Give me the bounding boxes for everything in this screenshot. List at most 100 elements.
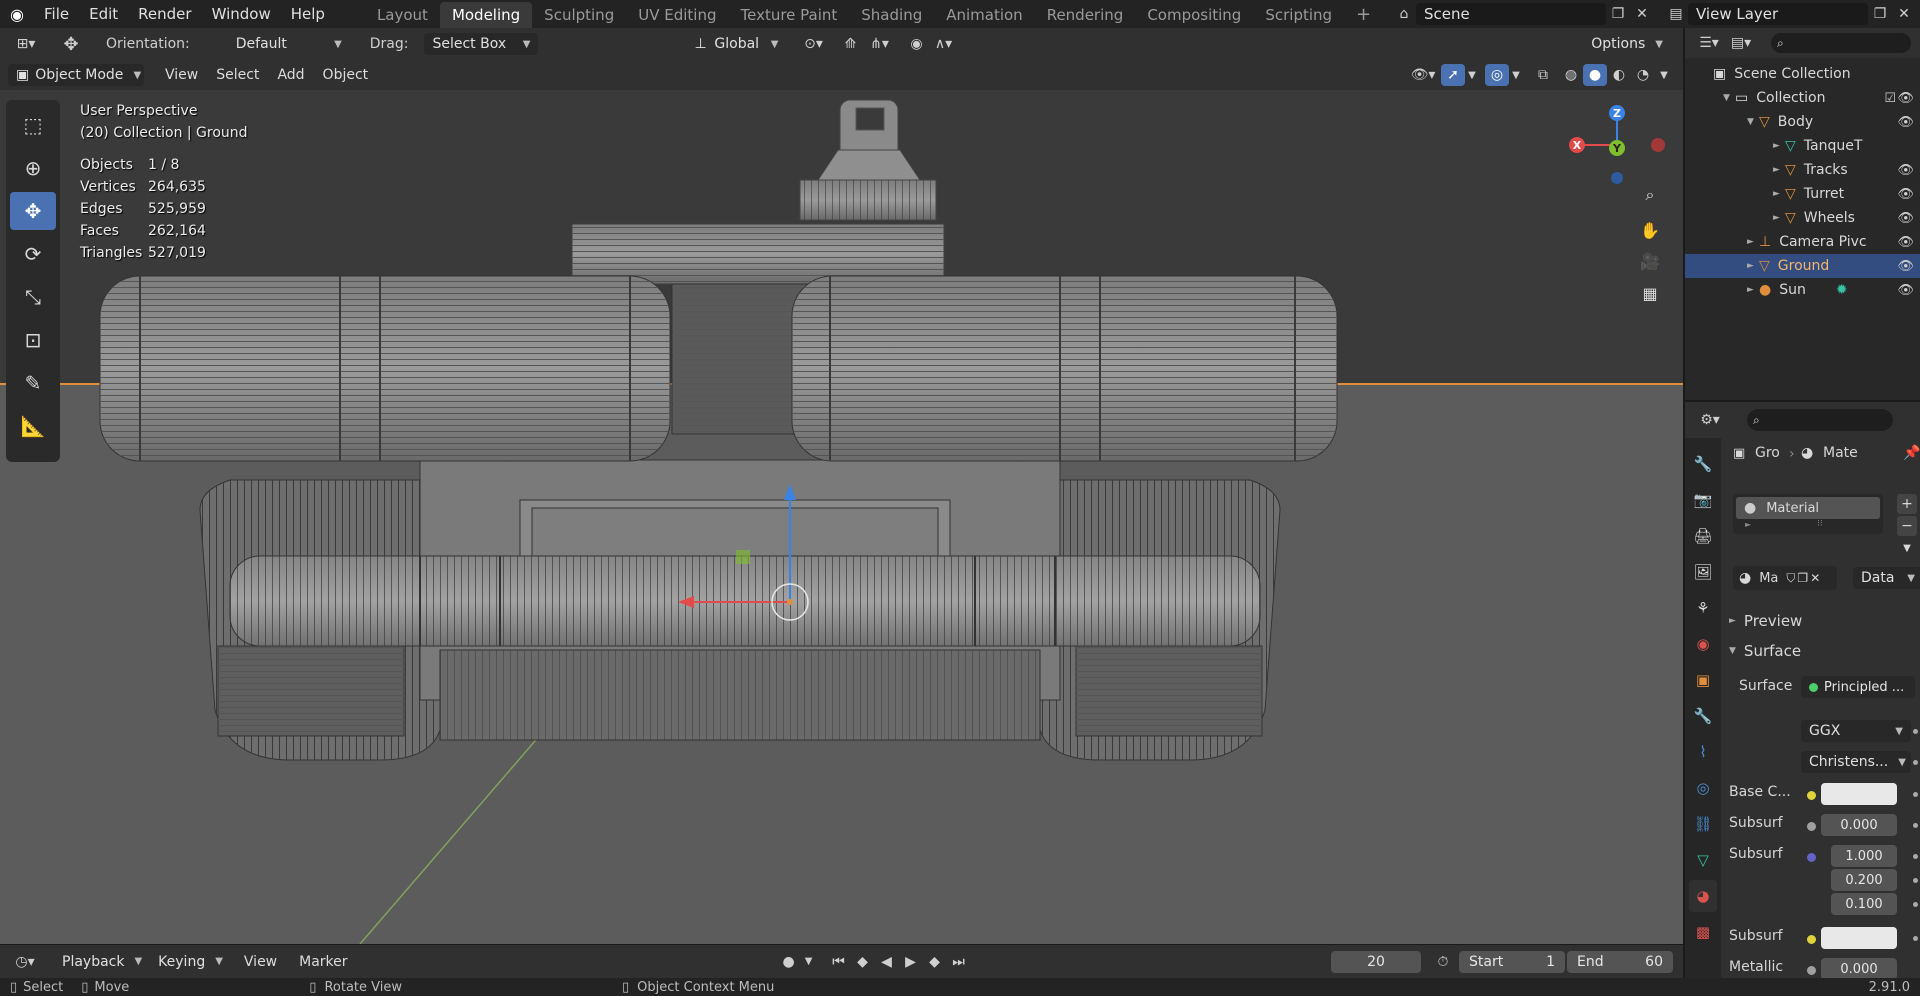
subsurface-method-dropdown[interactable]: Christens... ▼ <box>1801 751 1911 773</box>
unlink-icon[interactable]: ✕ <box>1810 571 1820 585</box>
surface-panel-header[interactable]: ▼ Surface <box>1729 640 1920 662</box>
eye-icon[interactable]: 👁 <box>1897 187 1914 202</box>
subsurface-field[interactable]: 0.000 <box>1821 814 1897 836</box>
data-tab-icon[interactable]: ▽ <box>1689 844 1717 876</box>
fake-user-icon[interactable]: ⛉ <box>1786 571 1795 586</box>
current-frame-field[interactable]: 20 <box>1331 950 1421 973</box>
menu-view[interactable]: View <box>156 64 207 86</box>
menu-file[interactable]: File <box>34 0 79 28</box>
render-tab-icon[interactable]: 📷 <box>1689 484 1717 516</box>
menu-edit[interactable]: Edit <box>79 0 128 28</box>
slot-specials-button[interactable]: ▼ <box>1897 538 1917 558</box>
animate-dot-icon[interactable] <box>1913 902 1918 907</box>
play-icon[interactable]: ▶ <box>899 951 923 973</box>
3d-viewport[interactable]: User Perspective (20) Collection | Groun… <box>0 90 1683 944</box>
eye-icon[interactable]: 👁 <box>1897 91 1914 106</box>
material-shading-icon[interactable]: ◐ <box>1607 64 1631 86</box>
tab-uv-editing[interactable]: UV Editing <box>626 2 728 28</box>
material-browse-icon[interactable]: ◕ <box>1739 570 1751 586</box>
keying-set-icon[interactable]: ▼ <box>801 951 817 973</box>
orientation-dropdown[interactable]: Default ▼ <box>227 33 350 55</box>
editor-type-icon[interactable]: ⊞▾ <box>8 33 44 55</box>
expand-icon[interactable]: ► <box>1747 237 1759 247</box>
subsurface-radius-y[interactable]: 0.200 <box>1831 869 1897 891</box>
animate-dot-icon[interactable] <box>1913 760 1918 765</box>
timeline-marker-menu[interactable]: Marker <box>290 951 356 973</box>
tab-shading[interactable]: Shading <box>849 2 934 28</box>
blender-logo-icon[interactable]: ◉ <box>0 3 34 25</box>
particles-tab-icon[interactable]: ⌇ <box>1689 736 1717 768</box>
keying-dropdown[interactable]: Keying ▼ <box>150 950 231 973</box>
pan-view-icon[interactable]: ✋ <box>1635 215 1665 245</box>
outliner-scene-collection[interactable]: ▣ Scene Collection <box>1685 62 1920 86</box>
distribution-dropdown[interactable]: GGX ▼ <box>1801 720 1911 742</box>
select-box-tool[interactable]: ⬚ <box>10 106 56 144</box>
subsurface-color-swatch[interactable] <box>1821 927 1897 949</box>
material-datablock[interactable]: ◕ Ma ⛉ ❐ ✕ <box>1733 566 1837 590</box>
outliner-search-input[interactable]: ⌕ <box>1771 33 1911 53</box>
object-tab-icon[interactable]: ▣ <box>1689 664 1717 696</box>
expand-icon[interactable]: ▼ <box>1747 117 1759 127</box>
record-icon[interactable]: ● <box>777 951 801 973</box>
subsurface-radius-z[interactable]: 0.100 <box>1831 893 1897 915</box>
tool-tab-icon[interactable]: 🔧 <box>1689 448 1717 480</box>
prev-keyframe-icon[interactable]: ◆ <box>851 951 875 973</box>
new-scene-icon[interactable]: ❐ <box>1606 3 1630 25</box>
expand-icon[interactable]: ► <box>1773 189 1785 199</box>
xray-toggle-icon[interactable]: ⧉ <box>1531 64 1555 86</box>
rotate-tool[interactable]: ⟳ <box>10 235 56 273</box>
play-reverse-icon[interactable]: ◀ <box>875 951 899 973</box>
tab-sculpting[interactable]: Sculpting <box>532 2 626 28</box>
metallic-field[interactable]: 0.000 <box>1821 958 1897 978</box>
animate-dot-icon[interactable] <box>1913 936 1918 941</box>
animate-dot-icon[interactable] <box>1913 854 1918 859</box>
expand-icon[interactable]: ► <box>1773 213 1785 223</box>
menu-add[interactable]: Add <box>268 64 313 86</box>
menu-select[interactable]: Select <box>207 64 268 86</box>
modifier-tab-icon[interactable]: 🔧 <box>1689 700 1717 732</box>
eye-icon[interactable]: 👁 <box>1897 163 1914 178</box>
solid-shading-icon[interactable]: ● <box>1583 64 1607 86</box>
physics-tab-icon[interactable]: ◎ <box>1689 772 1717 804</box>
view-layer-tab-icon[interactable]: 🖼 <box>1689 556 1717 588</box>
transform-orientation-dropdown[interactable]: ⊥ Global ▼ <box>686 33 787 55</box>
overlays-toggle-icon[interactable]: ◎ <box>1485 64 1509 86</box>
animate-dot-icon[interactable] <box>1913 729 1918 734</box>
tab-texture-paint[interactable]: Texture Paint <box>728 2 849 28</box>
link-dropdown[interactable]: Data ▼ <box>1853 567 1920 589</box>
eye-icon[interactable]: 👁 <box>1897 115 1914 130</box>
remove-slot-button[interactable]: − <box>1897 516 1917 536</box>
properties-editor-icon[interactable]: ⚙▾ <box>1693 409 1727 431</box>
material-tab-icon[interactable]: ◕ <box>1689 880 1717 912</box>
checkbox-icon[interactable]: ☑ <box>1884 91 1896 106</box>
shading-options-icon[interactable]: ▼ <box>1655 64 1673 86</box>
scene-icon[interactable]: ⌂ <box>1392 3 1416 25</box>
expand-icon[interactable]: ► <box>1747 285 1759 295</box>
base-color-swatch[interactable] <box>1821 783 1897 805</box>
preview-panel-header[interactable]: ► Preview <box>1729 610 1920 632</box>
menu-object[interactable]: Object <box>314 64 378 86</box>
material-slot-item[interactable]: ● Material <box>1736 497 1880 519</box>
outliner-item-collection[interactable]: ▼ ▭ Collection ☑ 👁 <box>1685 86 1920 110</box>
subsurface-radius-x[interactable]: 1.000 <box>1831 845 1897 867</box>
eye-icon[interactable]: 👁 <box>1897 283 1914 298</box>
expand-icon[interactable]: ► <box>1773 141 1785 151</box>
end-frame-field[interactable]: End 60 <box>1567 950 1673 973</box>
pivot-point-icon[interactable]: ⊙▾ <box>796 33 830 55</box>
scene-selector[interactable]: Scene <box>1416 3 1606 25</box>
mode-dropdown[interactable]: ▣ Object Mode ▼ <box>8 64 144 86</box>
snap-toggle-icon[interactable]: ⟰ <box>838 33 862 55</box>
expand-icon[interactable]: ► <box>1773 165 1785 175</box>
tab-layout[interactable]: Layout <box>365 2 440 28</box>
playback-dropdown[interactable]: Playback ▼ <box>54 950 151 973</box>
outliner-item-body[interactable]: ▼ ▽ Body 👁 <box>1685 110 1920 134</box>
scene-tab-icon[interactable]: ⚘ <box>1689 592 1717 624</box>
outliner-item-sun[interactable]: ► ● Sun ✹ 👁 <box>1685 278 1920 302</box>
snap-target-icon[interactable]: ⋔▾ <box>862 33 896 55</box>
delete-scene-icon[interactable]: ✕ <box>1630 3 1654 25</box>
outliner-item-wheels[interactable]: ► ▽ Wheels 👁 <box>1685 206 1920 230</box>
jump-end-icon[interactable]: ⏭ <box>947 951 971 973</box>
duplicate-icon[interactable]: ❐ <box>1797 571 1808 585</box>
expand-icon[interactable]: ► <box>1745 520 1751 529</box>
animate-dot-icon[interactable] <box>1913 878 1918 883</box>
